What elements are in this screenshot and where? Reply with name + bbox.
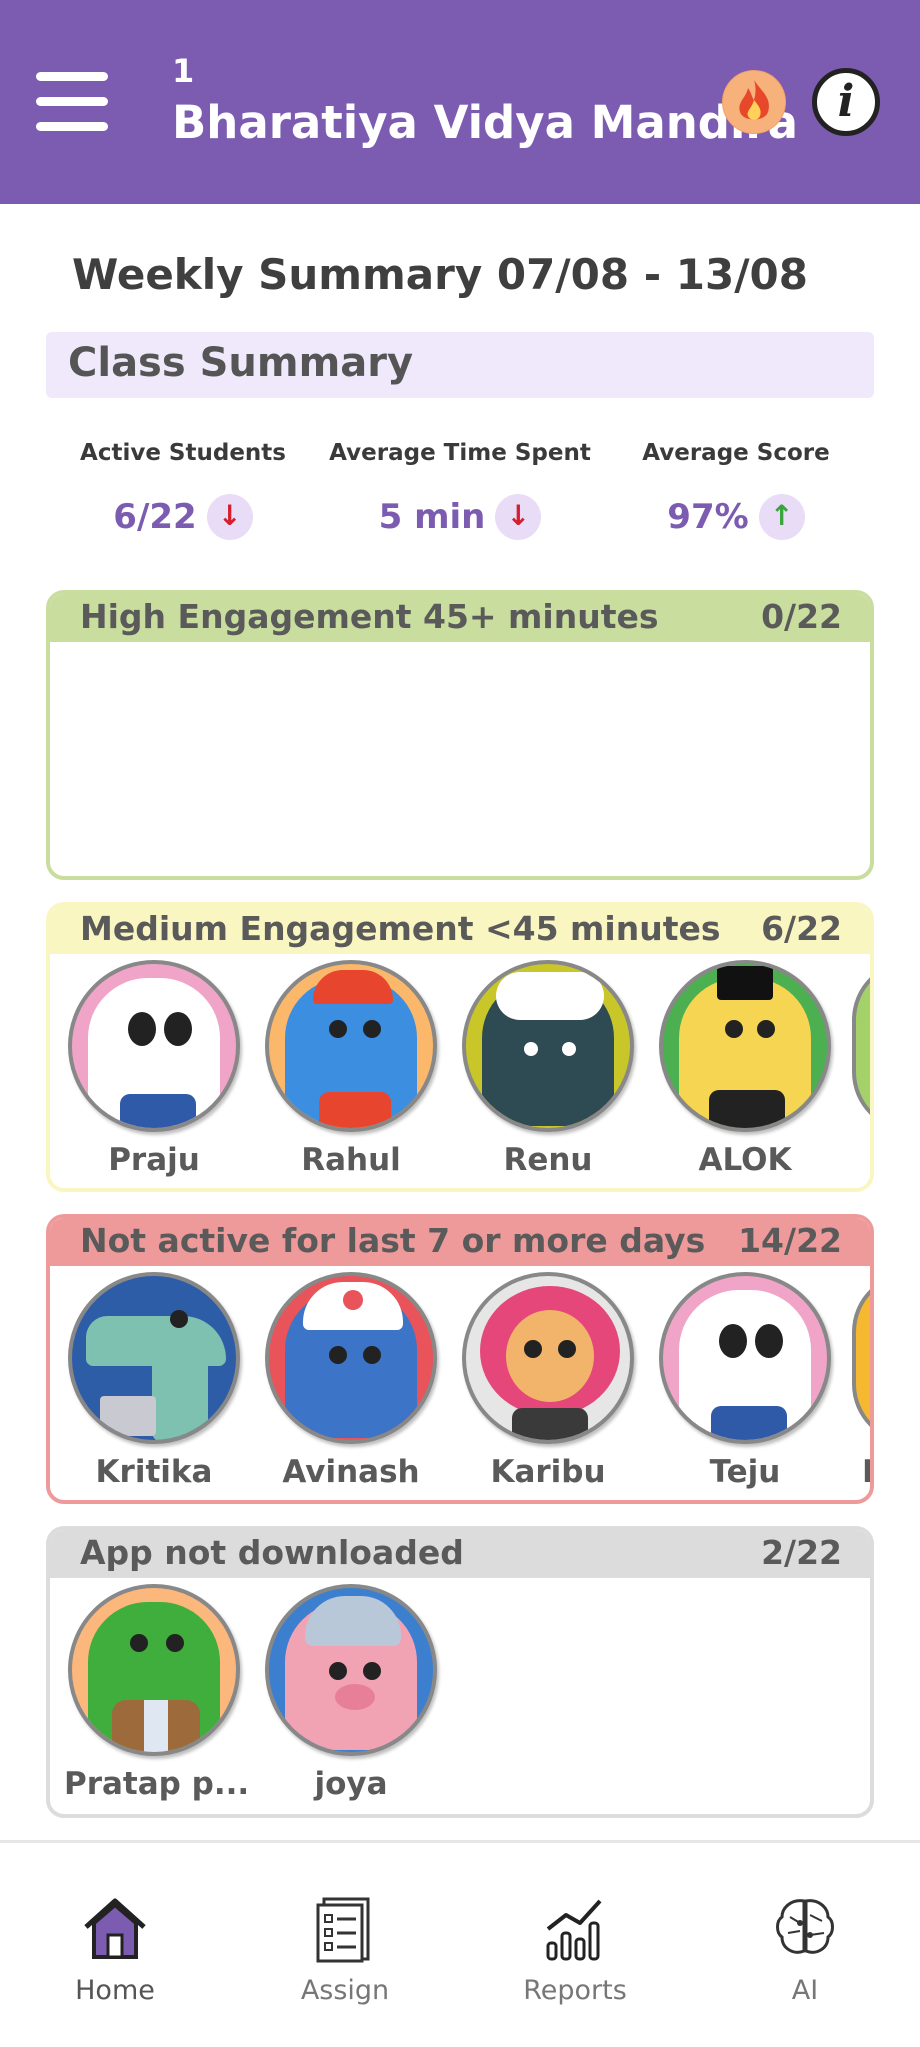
stat-label: Average Time Spent — [329, 440, 591, 466]
class-summary-bar: Class Summary — [46, 332, 874, 398]
stat-active-students: Active Students 6/22 ↓ — [48, 440, 318, 540]
pig-avatar-icon — [265, 1584, 437, 1756]
student-card[interactable]: Teju — [655, 1272, 835, 1490]
stat-label: Average Score — [642, 440, 830, 466]
stat-label: Active Students — [80, 440, 286, 466]
group-count: 0/22 — [761, 597, 842, 636]
nav-label: Reports — [523, 1975, 627, 2006]
nav-label: AI — [791, 1975, 819, 2006]
student-card[interactable]: Kritika — [64, 1272, 244, 1490]
trend-up-icon: ↑ — [758, 494, 805, 540]
student-card[interactable]: Rahul — [261, 960, 441, 1178]
crocodile-avatar-icon — [68, 1272, 240, 1444]
student-name: Praju — [108, 1142, 200, 1178]
student-name: Teju — [709, 1454, 781, 1490]
medium-engagement-card[interactable]: Medium Engagement <45 minutes 6/22 Praju… — [46, 902, 874, 1192]
student-card-partial[interactable] — [852, 1272, 870, 1444]
elephant-avatar-icon — [265, 960, 437, 1132]
panda-avatar-icon — [68, 960, 240, 1132]
fire-icon[interactable] — [722, 70, 786, 134]
trend-down-icon: ↓ — [206, 494, 253, 540]
student-name: ALOK — [698, 1142, 792, 1178]
student-name: Karibu — [490, 1454, 606, 1490]
student-card[interactable]: Praju — [64, 960, 244, 1178]
group-count: 2/22 — [761, 1533, 842, 1572]
student-card[interactable]: Pratap p... — [64, 1584, 250, 1802]
stat-value: 97% — [667, 497, 749, 537]
student-card[interactable]: Karibu — [458, 1272, 638, 1490]
app-not-downloaded-card[interactable]: App not downloaded 2/22 Pratap p... joya — [46, 1526, 874, 1818]
group-count: 14/22 — [738, 1221, 842, 1260]
student-name: Kritika — [95, 1454, 213, 1490]
class-number: 1 — [172, 52, 195, 90]
trend-down-icon: ↓ — [495, 494, 542, 540]
nurse-avatar-icon — [265, 1272, 437, 1444]
turtle-avatar-icon — [68, 1584, 240, 1756]
lion-avatar-icon — [462, 1272, 634, 1444]
group-title: High Engagement 45+ minutes — [80, 597, 659, 636]
nav-reports[interactable]: Reports — [485, 1893, 665, 2006]
student-card[interactable]: ALOK — [655, 960, 835, 1178]
student-name: Avinash — [282, 1454, 420, 1490]
student-card[interactable]: joya — [261, 1584, 441, 1802]
student-name-partial: K — [862, 1454, 870, 1490]
group-title: Not active for last 7 or more days — [80, 1221, 706, 1260]
reports-icon — [540, 1893, 610, 1963]
hamster-avatar-icon — [659, 960, 831, 1132]
hamburger-menu-icon[interactable] — [36, 72, 108, 131]
group-count: 6/22 — [761, 909, 842, 948]
nav-ai[interactable]: AI — [715, 1893, 895, 2006]
student-card-partial[interactable] — [852, 960, 870, 1132]
nav-home[interactable]: Home — [25, 1893, 205, 2006]
high-engagement-card[interactable]: High Engagement 45+ minutes 0/22 — [46, 590, 874, 880]
assign-icon — [310, 1893, 380, 1963]
student-name: Renu — [503, 1142, 593, 1178]
info-icon[interactable]: i — [812, 68, 880, 136]
group-title: App not downloaded — [80, 1533, 464, 1572]
home-icon — [80, 1893, 150, 1963]
stat-value: 5 min — [378, 497, 486, 537]
stat-value: 6/22 — [113, 497, 197, 537]
bottom-navigation: Home Assign Reports AI — [0, 1840, 920, 2047]
student-card[interactable]: Avinash — [261, 1272, 441, 1490]
nav-assign[interactable]: Assign — [255, 1893, 435, 2006]
student-name: Pratap p... — [64, 1766, 250, 1802]
app-header: 1 Bharatiya Vidya Mandira i — [0, 0, 920, 204]
stat-average-time: Average Time Spent 5 min ↓ — [325, 440, 595, 540]
not-active-card[interactable]: Not active for last 7 or more days 14/22… — [46, 1214, 874, 1504]
group-title: Medium Engagement <45 minutes — [80, 909, 721, 948]
nav-label: Assign — [300, 1975, 390, 2006]
student-card[interactable]: Renu — [458, 960, 638, 1178]
class-summary-label: Class Summary — [68, 340, 414, 386]
weekly-summary-title: Weekly Summary 07/08 - 13/08 — [72, 250, 809, 299]
sheep-avatar-icon — [462, 960, 634, 1132]
panda-avatar-icon — [659, 1272, 831, 1444]
student-name: Rahul — [301, 1142, 401, 1178]
school-name: Bharatiya Vidya Mandira — [172, 96, 798, 149]
nav-label: Home — [75, 1975, 155, 2006]
ai-brain-icon — [770, 1893, 840, 1963]
stat-average-score: Average Score 97% ↑ — [601, 440, 871, 540]
student-name: joya — [314, 1766, 388, 1802]
